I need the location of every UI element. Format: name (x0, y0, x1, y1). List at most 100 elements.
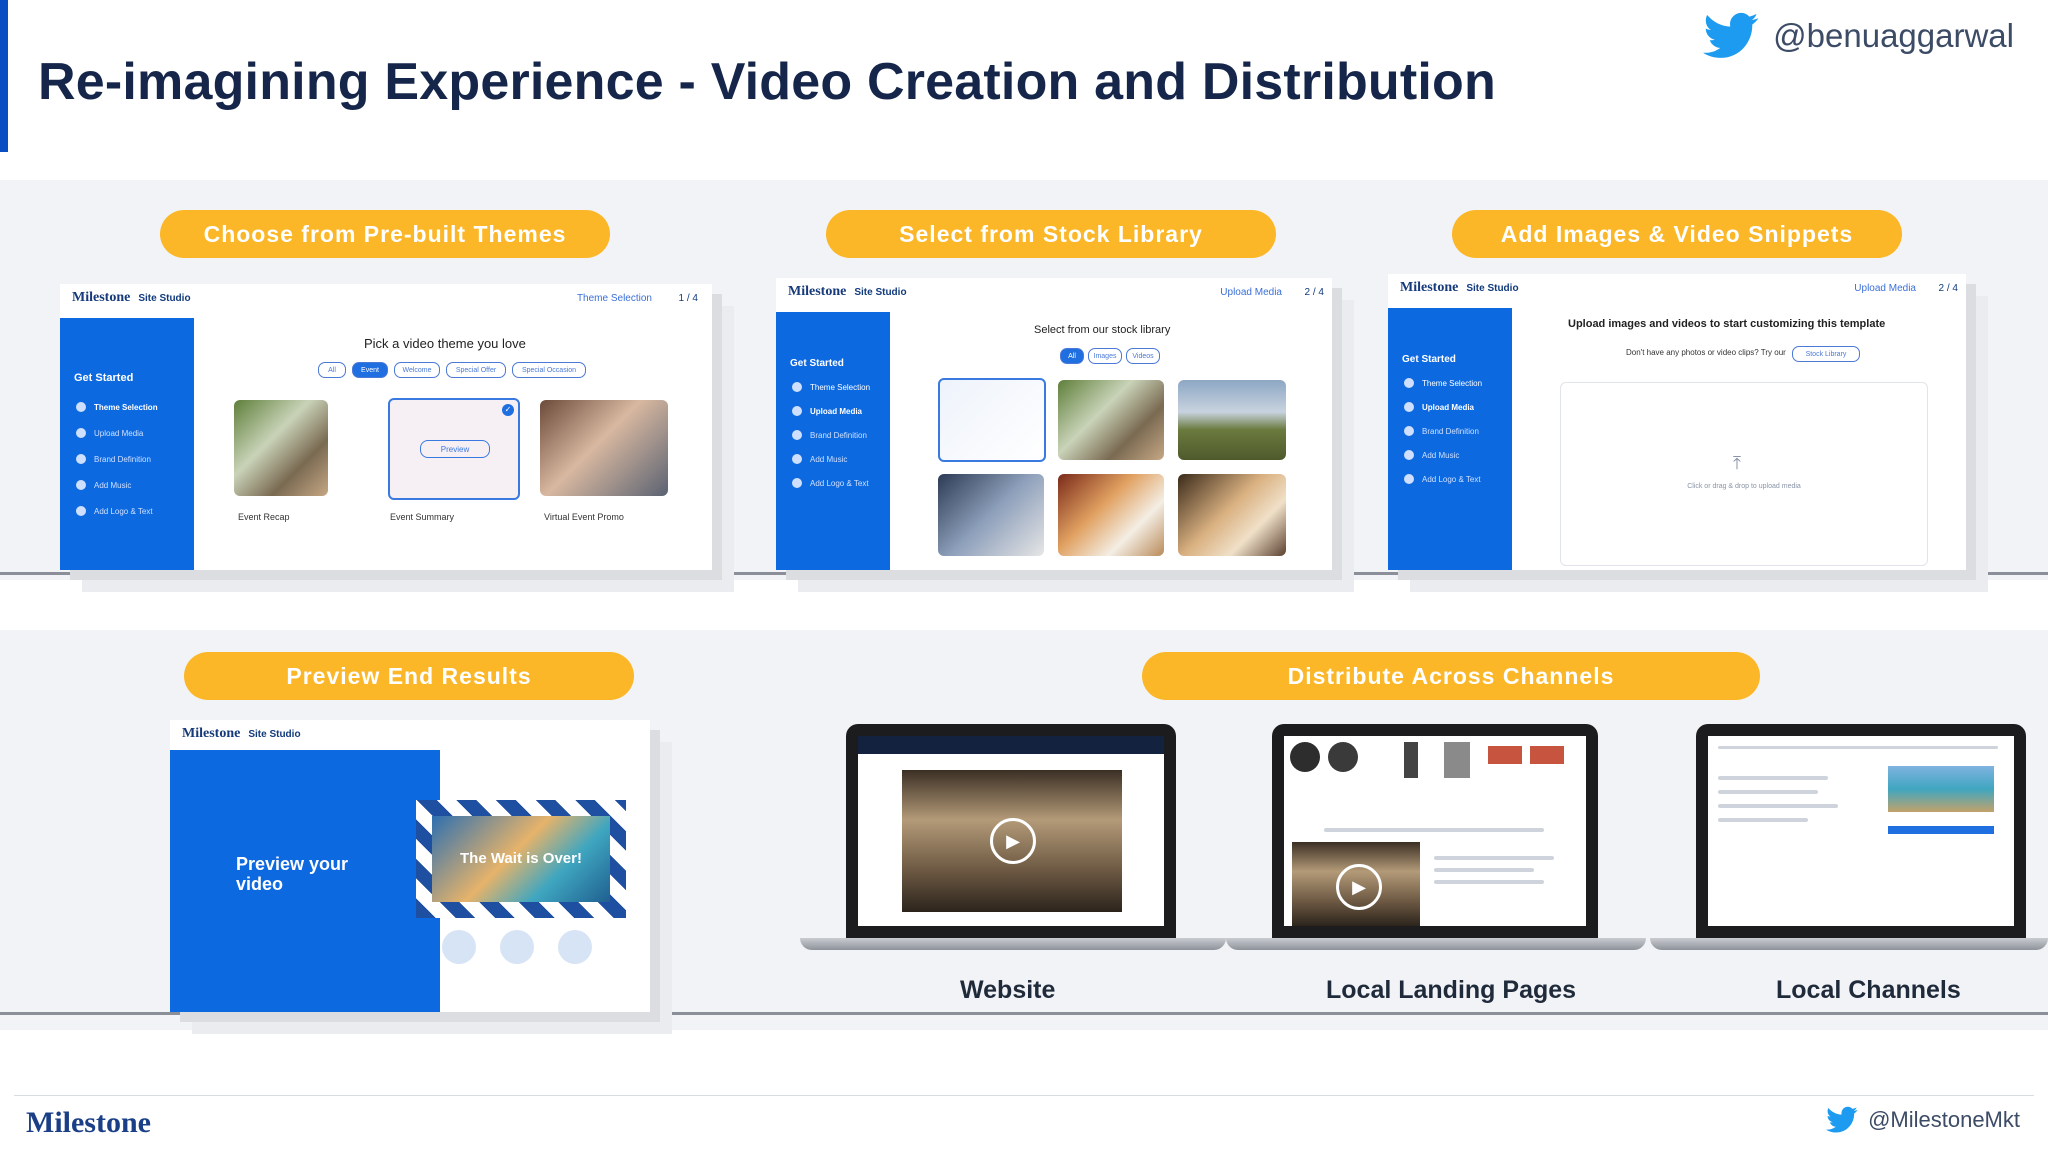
app-product: Site Studio (854, 286, 907, 298)
product-image (1530, 746, 1564, 764)
stock-item[interactable] (938, 474, 1044, 556)
product-image (1488, 746, 1522, 764)
text-line (1434, 880, 1544, 884)
laptop-landing-pages: ▶ (1226, 720, 1646, 960)
step-pill-stock: Select from Stock Library (826, 210, 1276, 258)
filter-chip-special-occasion[interactable]: Special Occasion (512, 362, 586, 378)
filter-chip-event[interactable]: Event (352, 362, 388, 378)
sidebar-step[interactable]: Brand Definition (76, 454, 151, 464)
sidebar-step[interactable]: Upload Media (76, 428, 143, 438)
text-line (1718, 776, 1828, 780)
step-counter: 2 / 4 (1304, 286, 1324, 298)
website-screen[interactable]: ▶ (858, 736, 1164, 926)
stock-item[interactable] (1178, 380, 1286, 460)
twitter-handle-bottom[interactable]: @MilestoneMkt (1826, 1106, 2020, 1134)
step-dot (792, 382, 802, 392)
preview-icon-circle (500, 930, 534, 964)
text-line (1718, 804, 1838, 808)
twitter-handle-text: @MilestoneMkt (1868, 1107, 2020, 1132)
sidebar-step[interactable]: Add Music (792, 454, 847, 464)
sidebar-step[interactable]: Upload Media (1404, 402, 1474, 412)
no-media-hint: Don't have any photos or video clips? Tr… (1626, 348, 1786, 357)
search-results-screen[interactable] (1708, 736, 2014, 926)
wizard-sidebar: Get Started Theme Selection Upload Media… (1388, 308, 1512, 570)
sidebar-step-label: Brand Definition (1422, 426, 1479, 436)
twitter-bird-icon (1826, 1106, 1858, 1133)
theme-thumbnail-event-summary[interactable]: Preview ✓ (388, 398, 520, 500)
step-dot (792, 406, 802, 416)
sidebar-step[interactable]: Theme Selection (76, 402, 158, 412)
stock-library-link[interactable]: Stock Library (1792, 346, 1860, 362)
sidebar-step-label: Theme Selection (1422, 378, 1483, 388)
filter-chip-videos[interactable]: Videos (1126, 348, 1160, 364)
step-dot (1404, 426, 1414, 436)
step-dot (1404, 402, 1414, 412)
app-product: Site Studio (248, 728, 301, 740)
sidebar-step[interactable]: Upload Media (792, 406, 862, 416)
text-line (1434, 868, 1534, 872)
product-image (1328, 742, 1358, 772)
preview-side-text: Preview your video (236, 854, 349, 894)
landing-page-screen[interactable]: ▶ (1284, 736, 1586, 926)
stock-item[interactable] (1058, 474, 1164, 556)
stock-item[interactable] (1058, 380, 1164, 460)
filter-chip-all[interactable]: All (1060, 348, 1084, 364)
sidebar-step[interactable]: Brand Definition (1404, 426, 1479, 436)
filter-chip-special-offer[interactable]: Special Offer (446, 362, 506, 378)
preview-button[interactable]: Preview (420, 440, 490, 458)
app-brand: Milestone (72, 290, 131, 305)
channel-label-website: Website (960, 976, 1056, 1004)
sidebar-step[interactable]: Add Music (76, 480, 131, 490)
step-dot (1404, 378, 1414, 388)
milestone-logo: Milestone (26, 1106, 151, 1139)
sidebar-heading: Get Started (1402, 354, 1456, 365)
play-icon[interactable]: ▶ (1336, 864, 1382, 910)
filter-chip-all[interactable]: All (318, 362, 346, 378)
theme-name: Event Summary (390, 512, 455, 522)
app-brand: Milestone (788, 284, 847, 299)
sidebar-step[interactable]: Add Logo & Text (1404, 474, 1481, 484)
preview-video[interactable]: The Wait is Over! (432, 816, 610, 902)
play-icon[interactable]: ▶ (990, 818, 1036, 864)
sidebar-step-label: Add Music (1422, 450, 1460, 460)
screenshot-stock-library: Milestone Site Studio Upload Media 2 / 4… (776, 278, 1332, 570)
app-product: Site Studio (1466, 282, 1519, 294)
laptop-local-channels (1650, 720, 2048, 960)
sidebar-step[interactable]: Theme Selection (1404, 378, 1482, 388)
product-image (1290, 742, 1320, 772)
step-counter: 1 / 4 (678, 292, 698, 304)
step-dot (76, 428, 86, 438)
sidebar-step[interactable]: Theme Selection (792, 382, 870, 392)
screenshot-preview: Milestone Site Studio Preview your video… (170, 720, 650, 1012)
action-button[interactable] (1888, 826, 1994, 834)
sidebar-step[interactable]: Add Logo & Text (76, 506, 153, 516)
stock-item[interactable] (1178, 474, 1286, 556)
sidebar-step-label: Theme Selection (94, 402, 158, 412)
theme-thumbnail-virtual-event-promo[interactable] (540, 400, 668, 496)
shelf-bottom (0, 1012, 2048, 1015)
app-header: Milestone Site Studio (170, 720, 650, 748)
theme-name: Virtual Event Promo (544, 512, 624, 522)
preview-icon-circle (558, 930, 592, 964)
filter-chip-welcome[interactable]: Welcome (394, 362, 440, 378)
sidebar-step[interactable]: Add Logo & Text (792, 478, 869, 488)
upload-dropzone[interactable]: ⤒ Click or drag & drop to upload media (1560, 382, 1928, 566)
sidebar-step[interactable]: Brand Definition (792, 430, 867, 440)
sidebar-step-label: Upload Media (94, 428, 144, 438)
product-image (1404, 742, 1418, 778)
app-product: Site Studio (138, 292, 191, 304)
sidebar-step-label: Add Logo & Text (1422, 474, 1481, 484)
twitter-handle-top[interactable]: @benuaggarwal (1703, 12, 2014, 60)
filter-chip-images[interactable]: Images (1088, 348, 1122, 364)
landing-video[interactable]: ▶ (1292, 842, 1420, 926)
screenshot-upload-media: Milestone Site Studio Upload Media 2 / 4… (1388, 274, 1966, 570)
sidebar-step[interactable]: Add Music (1404, 450, 1459, 460)
theme-thumbnail-event-recap[interactable] (234, 400, 328, 496)
text-line (1434, 856, 1554, 860)
dropzone-label: Click or drag & drop to upload media (1687, 483, 1801, 490)
app-brand: Milestone (1400, 280, 1459, 295)
stock-item[interactable] (938, 378, 1046, 462)
website-video[interactable]: ▶ (902, 770, 1122, 912)
product-image (1444, 742, 1470, 778)
step-dot (792, 478, 802, 488)
